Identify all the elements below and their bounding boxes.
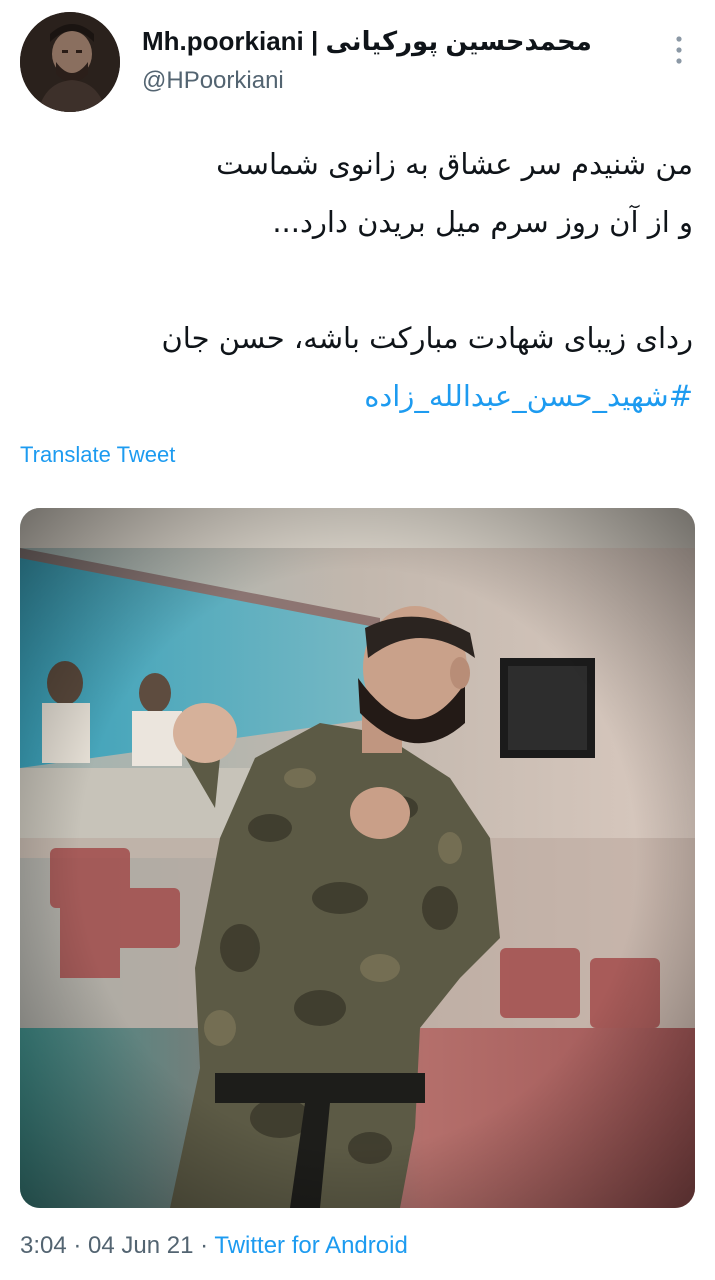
author-info[interactable]: Mh.poorkiani | محمدحسین پورکیانی @HPoork… xyxy=(142,26,592,95)
meta-separator: · xyxy=(193,1232,215,1259)
translate-tweet-link[interactable]: Translate Tweet xyxy=(20,442,175,468)
avatar[interactable] xyxy=(20,12,120,112)
author-handle[interactable]: @HPoorkiani xyxy=(142,67,592,95)
tweet-date[interactable]: 04 Jun 21 xyxy=(88,1232,193,1259)
tweet-text: من شنیدم سر عشاق به زانوی شماست و از آن … xyxy=(30,135,693,425)
more-options-button[interactable] xyxy=(667,30,691,70)
tweet-text-line: و از آن روز سرم میل بریدن دارد... xyxy=(272,205,693,239)
tweet-meta: 3:04 · 04 Jun 21 · Twitter for Android xyxy=(20,1232,408,1260)
tweet-card: Mh.poorkiani | محمدحسین پورکیانی @HPoork… xyxy=(0,0,715,1280)
author-display-name[interactable]: Mh.poorkiani | محمدحسین پورکیانی xyxy=(142,26,592,57)
tweet-time[interactable]: 3:04 xyxy=(20,1232,67,1259)
photo-image xyxy=(20,508,695,1208)
tweet-header: Mh.poorkiani | محمدحسین پورکیانی @HPoork… xyxy=(20,12,695,112)
tweet-source-link[interactable]: Twitter for Android xyxy=(214,1232,407,1259)
tweet-text-line: ردای زیبای شهادت مبارکت باشه، حسن جان xyxy=(161,321,693,355)
tweet-photo[interactable] xyxy=(20,508,695,1208)
hashtag-link[interactable]: #شهید_حسن_عبدالله_زاده xyxy=(30,367,693,425)
tweet-text-line: من شنیدم سر عشاق به زانوی شماست xyxy=(216,147,693,181)
meta-separator: · xyxy=(66,1232,89,1259)
avatar-image xyxy=(20,12,120,112)
more-vertical-icon xyxy=(676,36,682,64)
